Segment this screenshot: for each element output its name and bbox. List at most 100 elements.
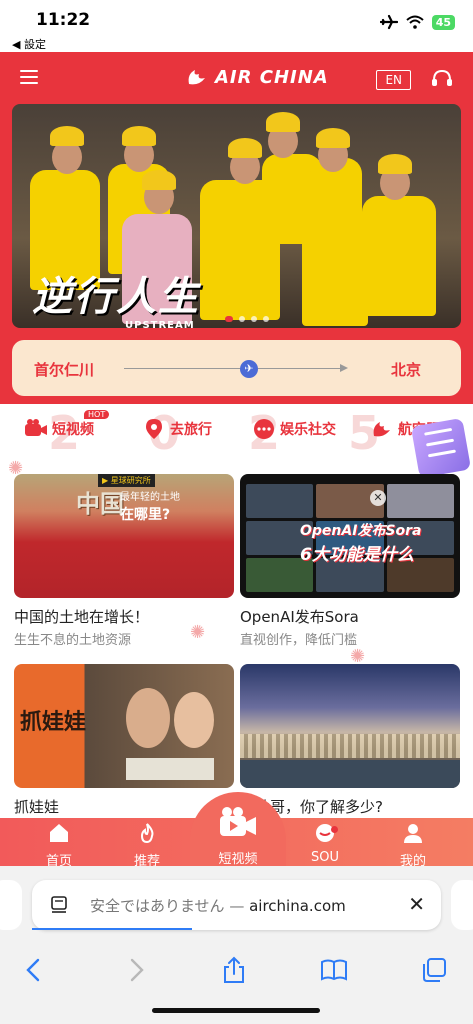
banner-figure [316, 128, 350, 148]
hot-badge: HOT [84, 410, 110, 419]
video-camera-icon [25, 419, 47, 436]
tab-label[interactable]: 短视频 [203, 848, 273, 867]
forward-icon[interactable] [122, 956, 150, 984]
banner-figure [378, 154, 412, 174]
content-card[interactable]: 摩纳哥，你了解多少? [240, 664, 460, 817]
previous-tab-preview[interactable] [0, 880, 22, 930]
back-icon[interactable] [20, 956, 48, 984]
banner-figure [142, 170, 176, 190]
menu-icon[interactable] [20, 70, 38, 84]
poster-figure [174, 692, 214, 748]
thumb-text: 6大功能是什么 [300, 545, 414, 565]
card-title[interactable]: 中国的土地在增长！ [14, 606, 234, 627]
wifi-icon [406, 15, 424, 29]
logo-text: AIR CHINA [215, 66, 329, 88]
air-china-logo: AIR CHINA [185, 66, 329, 88]
poster-book [126, 758, 214, 780]
flame-icon [140, 823, 154, 844]
address-bar[interactable]: 安全ではありません — airchina.com ✕ [32, 880, 441, 930]
page-menu-icon[interactable] [50, 896, 68, 914]
tab-mine[interactable]: 我的 [378, 822, 448, 869]
quick-nav-label: 短视频 [52, 422, 94, 438]
person-icon [404, 824, 422, 843]
route-origin[interactable]: 首尔仁川 [34, 359, 94, 380]
thumb-city [240, 734, 460, 758]
tab-label: SOU [311, 850, 339, 865]
card-thumbnail[interactable]: 抓娃娃 [14, 664, 234, 788]
banner-figure [362, 196, 436, 316]
content-card[interactable]: 抓娃娃 抓娃娃 [14, 664, 234, 817]
status-icons: 45 [379, 14, 455, 30]
close-icon[interactable]: ✕ [408, 892, 425, 916]
home-indicator [152, 1008, 320, 1013]
back-to-settings-link[interactable]: ◀ 設定 [12, 36, 46, 52]
quick-nav-travel[interactable]: 去旅行 [142, 418, 212, 440]
content-card[interactable]: ▶ 星球研究所 中国 最年轻的土地 在哪里? 中国的土地在增长！ 生生不息的土地… [14, 474, 234, 648]
floating-list-widget[interactable] [410, 417, 472, 479]
plane-icon: ✈ [240, 360, 258, 378]
tab-sou[interactable]: SOU [290, 822, 360, 865]
status-bar: 11:22 ◀ 設定 45 [0, 0, 473, 52]
quick-nav: 2 0 2 5 短视频 HOT 去旅行 娱乐社交 航空服务 [0, 406, 473, 460]
thumb-text: 抓娃娃 [20, 710, 87, 735]
carousel-dot[interactable] [239, 316, 245, 322]
language-switch-button[interactable]: EN [376, 70, 411, 90]
banner-figure [122, 126, 156, 146]
page-load-progress [32, 928, 192, 930]
quick-nav-short-video[interactable]: 短视频 [24, 418, 94, 440]
carousel-dot[interactable] [225, 316, 233, 322]
security-warning: 安全ではありません — [90, 897, 245, 915]
quick-nav-label: 娱乐社交 [280, 422, 336, 438]
quick-nav-social[interactable]: 娱乐社交 [252, 418, 336, 440]
content-card[interactable]: OpenAI发布Sora 6大功能是什么 ✕ OpenAI发布Sora 直视创作… [240, 474, 460, 648]
status-time: 11:22 [36, 10, 91, 30]
banner-figure [228, 138, 262, 158]
thumb-text: 中国 [76, 490, 124, 518]
route-line [124, 368, 346, 369]
video-camera-icon[interactable] [218, 806, 258, 838]
home-icon [50, 824, 68, 842]
bookmarks-icon[interactable] [320, 956, 348, 984]
card-subtitle: 生生不息的土地资源 [14, 633, 132, 648]
browser-toolbar [0, 950, 473, 990]
url-domain: airchina.com [249, 897, 346, 915]
thumb-text: 在哪里? [120, 507, 171, 523]
route-destination[interactable]: 北京 [391, 359, 421, 380]
headset-icon[interactable] [431, 68, 453, 88]
card-thumbnail[interactable]: ▶ 星球研究所 中国 最年轻的土地 在哪里? [14, 474, 234, 598]
chat-bubble-icon [254, 419, 274, 439]
carousel-dot[interactable] [263, 316, 269, 322]
thumb-text: OpenAI发布Sora [300, 523, 422, 539]
banner-title: 逆行人生 [32, 274, 200, 320]
map-pin-icon [146, 419, 162, 439]
battery-indicator: 45 [431, 14, 455, 30]
card-thumbnail[interactable] [240, 664, 460, 788]
tab-home[interactable]: 首页 [24, 822, 94, 869]
phoenix-logo-icon [373, 422, 390, 437]
next-tab-preview[interactable] [451, 880, 473, 930]
flight-route-card[interactable]: 首尔仁川 ✈ 北京 [12, 340, 461, 396]
card-title[interactable]: OpenAI发布Sora [240, 606, 460, 627]
tabs-icon[interactable] [420, 956, 448, 984]
close-icon[interactable]: ✕ [370, 490, 386, 506]
quick-nav-label: 去旅行 [170, 422, 212, 438]
browser-chrome: 安全ではありません — airchina.com ✕ [0, 866, 473, 1024]
banner-subtitle: UPSTREAM [125, 320, 195, 328]
carousel-dots[interactable] [225, 316, 269, 322]
card-thumbnail[interactable]: OpenAI发布Sora 6大功能是什么 ✕ [240, 474, 460, 598]
notification-dot [331, 826, 338, 833]
airplane-mode-icon [379, 14, 398, 30]
thumb-harbor [240, 760, 460, 788]
share-icon[interactable] [220, 956, 248, 984]
banner-figure [50, 126, 84, 146]
banner-figure [302, 216, 368, 326]
hero-banner[interactable]: 逆行人生 UPSTREAM [12, 104, 461, 328]
tab-recommend[interactable]: 推荐 [112, 822, 182, 869]
app-header: AIR CHINA EN [0, 52, 473, 104]
carousel-dot[interactable] [251, 316, 257, 322]
card-subtitle: 直视创作，降低门槛 [240, 633, 358, 648]
banner-figure [266, 112, 300, 132]
route-arrow-icon [340, 364, 348, 372]
url-text[interactable]: 安全ではありません — airchina.com [90, 895, 346, 916]
phoenix-logo-icon [188, 70, 205, 85]
